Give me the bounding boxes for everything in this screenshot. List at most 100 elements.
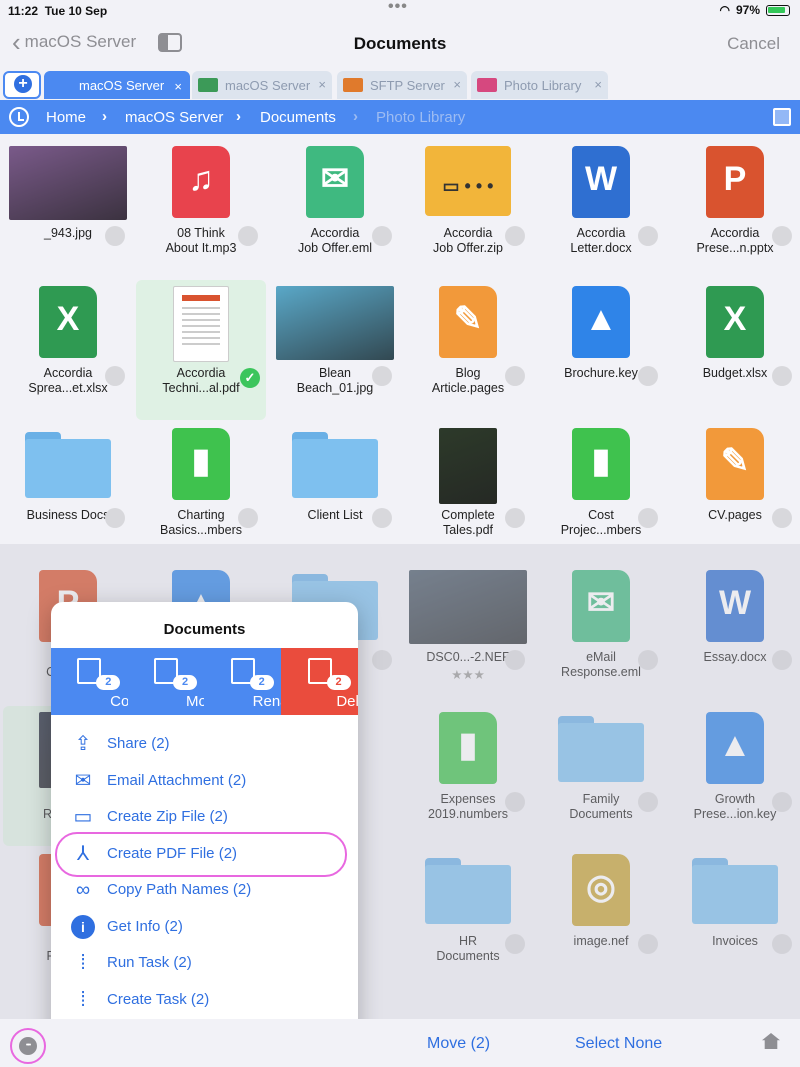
- file-item[interactable]: ◎ image.nef: [536, 848, 666, 988]
- selection-circle-icon[interactable]: [638, 366, 658, 386]
- selection-circle-icon[interactable]: [638, 226, 658, 246]
- menu-item[interactable]: ⁞ Run Task (2): [51, 945, 358, 982]
- file-item[interactable]: ▮ Cost Projec...mbers: [536, 422, 666, 562]
- selection-circle-icon[interactable]: [505, 934, 525, 954]
- file-item[interactable]: ✎ Blog Article.pages: [403, 280, 533, 420]
- tab-bar: macOS Server×macOS Server×SFTP Server×Ph…: [0, 70, 800, 100]
- file-item[interactable]: X Accordia Sprea...et.xlsx: [3, 280, 133, 420]
- selection-circle-icon[interactable]: [772, 508, 792, 528]
- tab-1[interactable]: macOS Server ×: [192, 71, 332, 99]
- file-item[interactable]: DSC0...-2.NEF ★★★: [403, 564, 533, 704]
- lock-server-icon: [343, 78, 363, 92]
- menu-item-label: Run Task (2): [107, 954, 192, 971]
- document-icon: X: [39, 286, 97, 358]
- selection-circle-icon[interactable]: [505, 508, 525, 528]
- move-selected-button[interactable]: Move (2): [427, 1035, 490, 1053]
- menu-item-label: Share (2): [107, 735, 170, 752]
- delete-button[interactable]: 2 Delete: [281, 648, 358, 715]
- selection-circle-icon[interactable]: [638, 934, 658, 954]
- file-item[interactable]: ▮ Charting Basics...mbers: [136, 422, 266, 562]
- selection-circle-icon[interactable]: [772, 934, 792, 954]
- selection-circle-icon[interactable]: [238, 226, 258, 246]
- menu-item[interactable]: ✉ Email Attachment (2): [51, 763, 358, 800]
- selection-circle-icon[interactable]: [505, 792, 525, 812]
- file-item[interactable]: ▭ • • • Accordia Job Offer.zip: [403, 140, 533, 280]
- selection-circle-icon[interactable]: [772, 366, 792, 386]
- selection-circle-icon[interactable]: [105, 226, 125, 246]
- file-item[interactable]: P Accordia Prese...n.pptx: [670, 140, 800, 280]
- file-item[interactable]: Invoices: [670, 848, 800, 988]
- selection-circle-icon[interactable]: [772, 650, 792, 670]
- rename-button[interactable]: 2Rename: [204, 648, 309, 715]
- file-item[interactable]: X Budget.xlsx: [670, 280, 800, 420]
- file-item[interactable]: ✉ Accordia Job Offer.eml: [270, 140, 400, 280]
- tab-0[interactable]: macOS Server ×: [44, 71, 190, 99]
- breadcrumb-server[interactable]: macOS Server: [125, 109, 223, 126]
- select-none-button[interactable]: Select None: [575, 1035, 662, 1053]
- view-mode-icon[interactable]: [773, 108, 791, 126]
- close-tab-icon[interactable]: ×: [174, 79, 182, 94]
- menu-item[interactable]: i Get Info (2): [51, 909, 358, 946]
- breadcrumb-documents[interactable]: Documents: [260, 109, 336, 126]
- breadcrumb-home[interactable]: Home: [46, 109, 86, 126]
- status-right: ◠ 97%: [719, 3, 790, 17]
- file-item[interactable]: Blean Beach_01.jpg: [270, 280, 400, 420]
- selection-circle-icon[interactable]: [505, 226, 525, 246]
- selection-circle-icon[interactable]: [105, 366, 125, 386]
- file-item[interactable]: ▲ Brochure.key: [536, 280, 666, 420]
- status-bar: 11:22 Tue 10 Sep ••• ◠ 97%: [0, 0, 800, 22]
- file-item[interactable]: _943.jpg: [3, 140, 133, 280]
- selection-circle-icon[interactable]: [105, 508, 125, 528]
- selection-circle-icon[interactable]: [505, 366, 525, 386]
- tab-2[interactable]: SFTP Server ×: [337, 71, 467, 99]
- breadcrumb-separator-icon: ›: [353, 108, 358, 125]
- document-icon: ▮: [439, 712, 497, 784]
- more-options-button[interactable]: [10, 1028, 46, 1064]
- menu-item[interactable]: ⅄ Create PDF File (2): [51, 836, 358, 873]
- menu-item[interactable]: ⁞ Create Task (2): [51, 982, 358, 1019]
- close-tab-icon[interactable]: ×: [594, 77, 602, 92]
- selection-circle-icon[interactable]: [505, 650, 525, 670]
- selection-circle-icon[interactable]: [638, 650, 658, 670]
- home-icon[interactable]: [762, 1033, 780, 1049]
- delete-label: Delete: [336, 693, 358, 710]
- cancel-button[interactable]: Cancel: [727, 34, 780, 54]
- selection-circle-icon[interactable]: [772, 792, 792, 812]
- file-item[interactable]: Complete Tales.pdf: [403, 422, 533, 562]
- breadcrumb-photo-library[interactable]: Photo Library: [376, 109, 465, 126]
- menu-item-label: Create Task (2): [107, 990, 210, 1008]
- selection-circle-icon[interactable]: [372, 650, 392, 670]
- menu-item[interactable]: ⇪ Share (2): [51, 726, 358, 763]
- file-item[interactable]: Family Documents: [536, 706, 666, 846]
- close-tab-icon[interactable]: ×: [318, 77, 326, 92]
- copy-button[interactable]: 2Copy: [51, 648, 145, 715]
- file-item[interactable]: Business Docs: [3, 422, 133, 562]
- file-item[interactable]: W Accordia Letter.docx: [536, 140, 666, 280]
- file-item[interactable]: Client List: [270, 422, 400, 562]
- move-button[interactable]: 2Move: [127, 648, 223, 715]
- selection-circle-icon[interactable]: [372, 508, 392, 528]
- multitasking-dots-icon[interactable]: •••: [388, 0, 408, 16]
- file-item[interactable]: ✉ eMail Response.eml: [536, 564, 666, 704]
- file-item[interactable]: W Essay.docx: [670, 564, 800, 704]
- menu-item[interactable]: ∞ Copy Path Names (2): [51, 872, 358, 909]
- history-icon[interactable]: [9, 107, 29, 127]
- menu-item[interactable]: ▭ Create Zip File (2): [51, 799, 358, 836]
- file-item[interactable]: ▮ Expenses 2019.numbers: [403, 706, 533, 846]
- file-item[interactable]: Accordia Techni...al.pdf ✓: [136, 280, 266, 420]
- selection-circle-icon[interactable]: [372, 366, 392, 386]
- tab-3[interactable]: Photo Library ×: [471, 71, 608, 99]
- selection-circle-icon[interactable]: [372, 226, 392, 246]
- add-tab-button[interactable]: [3, 71, 41, 99]
- menu-item-label: Copy Path Names (2): [107, 881, 252, 898]
- close-tab-icon[interactable]: ×: [453, 77, 461, 92]
- file-item[interactable]: HR Documents: [403, 848, 533, 988]
- file-item[interactable]: ▲ Growth Prese...ion.key: [670, 706, 800, 846]
- selection-circle-icon[interactable]: [638, 508, 658, 528]
- selection-circle-icon[interactable]: [238, 508, 258, 528]
- file-item[interactable]: ♫ 08 Think About It.mp3: [136, 140, 266, 280]
- selection-circle-icon[interactable]: [638, 792, 658, 812]
- file-item[interactable]: ✎ CV.pages: [670, 422, 800, 562]
- selection-circle-icon[interactable]: [772, 226, 792, 246]
- checkmark-icon[interactable]: ✓: [240, 368, 260, 388]
